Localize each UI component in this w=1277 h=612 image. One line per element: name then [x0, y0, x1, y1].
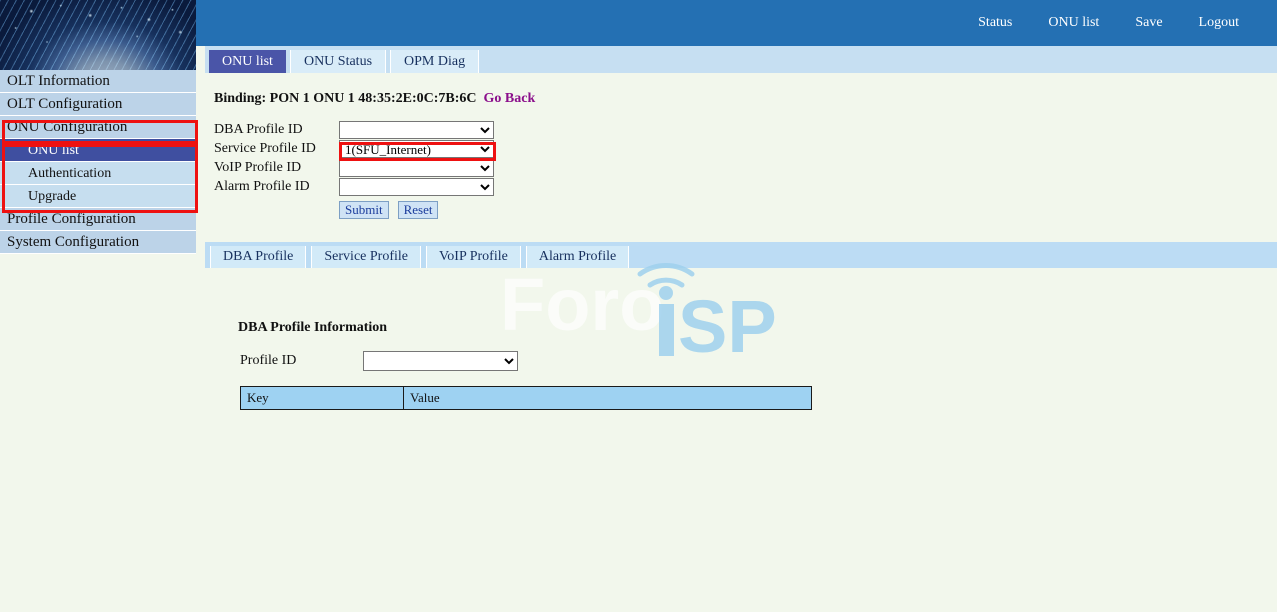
top-nav-save[interactable]: Save: [1117, 15, 1180, 31]
label-dba-profile-id: DBA Profile ID: [214, 122, 339, 138]
reset-button[interactable]: Reset: [398, 201, 439, 219]
binding-text: Binding: PON 1 ONU 1 48:35:2E:0C:7B:6C: [214, 91, 477, 106]
tab-onu-status[interactable]: ONU Status: [290, 50, 386, 73]
table-header-row: Key Value: [241, 387, 812, 410]
select-voip-profile-id[interactable]: [339, 159, 494, 177]
sidebar-item-profile-configuration[interactable]: Profile Configuration: [0, 208, 196, 231]
label-alarm-profile-id: Alarm Profile ID: [214, 179, 339, 195]
sidebar-item-upgrade[interactable]: Upgrade: [0, 185, 196, 208]
panel-title: DBA Profile Information: [238, 320, 387, 336]
form-row-service-profile-id: Service Profile ID 1(SFU_Internet): [214, 139, 494, 158]
select-profile-id[interactable]: [363, 351, 518, 371]
form-row-alarm-profile-id: Alarm Profile ID: [214, 177, 494, 196]
main-content: ONU list ONU Status OPM Diag Binding: PO…: [205, 46, 1277, 612]
go-back-link[interactable]: Go Back: [484, 91, 536, 106]
sidebar-item-olt-information[interactable]: OLT Information: [0, 70, 196, 93]
form-row-dba-profile-id: DBA Profile ID: [214, 120, 494, 139]
application-window: Status ONU list Save Logout OLT Informat…: [0, 0, 1277, 612]
label-profile-id: Profile ID: [240, 353, 363, 369]
submit-button[interactable]: Submit: [339, 201, 389, 219]
select-service-profile-id[interactable]: 1(SFU_Internet): [339, 140, 494, 158]
label-voip-profile-id: VoIP Profile ID: [214, 160, 339, 176]
form-button-row: Submit Reset: [339, 201, 494, 219]
profile-binding-form: DBA Profile ID Service Profile ID 1(SFU_…: [214, 120, 494, 219]
sidebar-item-onu-configuration[interactable]: ONU Configuration: [0, 116, 196, 139]
sidebar-item-authentication[interactable]: Authentication: [0, 162, 196, 185]
panel-row-profile-id: Profile ID: [240, 351, 518, 371]
top-nav-links: Status ONU list Save Logout: [960, 0, 1277, 46]
top-nav-onu-list[interactable]: ONU list: [1030, 15, 1117, 31]
key-value-table: Key Value: [240, 386, 812, 410]
key-value-table-head: Key Value: [241, 387, 812, 410]
tab-opm-diag[interactable]: OPM Diag: [390, 50, 479, 73]
profile-tab-service[interactable]: Service Profile: [311, 246, 421, 268]
sidebar-nav: OLT Information OLT Configuration ONU Co…: [0, 70, 196, 254]
profile-tab-alarm[interactable]: Alarm Profile: [526, 246, 629, 268]
sidebar-item-olt-configuration[interactable]: OLT Configuration: [0, 93, 196, 116]
globe-network-banner-icon: [0, 0, 196, 70]
label-service-profile-id: Service Profile ID: [214, 141, 339, 157]
profile-tab-dba[interactable]: DBA Profile: [210, 246, 306, 268]
select-alarm-profile-id[interactable]: [339, 178, 494, 196]
column-header-key: Key: [241, 387, 404, 410]
binding-info: Binding: PON 1 ONU 1 48:35:2E:0C:7B:6C Go…: [214, 91, 535, 107]
form-row-voip-profile-id: VoIP Profile ID: [214, 158, 494, 177]
profile-tab-voip[interactable]: VoIP Profile: [426, 246, 521, 268]
top-nav-logout[interactable]: Logout: [1181, 15, 1257, 31]
top-nav-status[interactable]: Status: [960, 15, 1030, 31]
tab-onu-list[interactable]: ONU list: [209, 50, 286, 73]
select-dba-profile-id[interactable]: [339, 121, 494, 139]
sidebar-item-onu-list[interactable]: ONU list: [0, 139, 196, 162]
sidebar-item-system-configuration[interactable]: System Configuration: [0, 231, 196, 254]
main-tab-strip: ONU list ONU Status OPM Diag: [205, 46, 1277, 73]
profile-tab-strip: DBA Profile Service Profile VoIP Profile…: [205, 242, 1277, 268]
column-header-value: Value: [404, 387, 812, 410]
